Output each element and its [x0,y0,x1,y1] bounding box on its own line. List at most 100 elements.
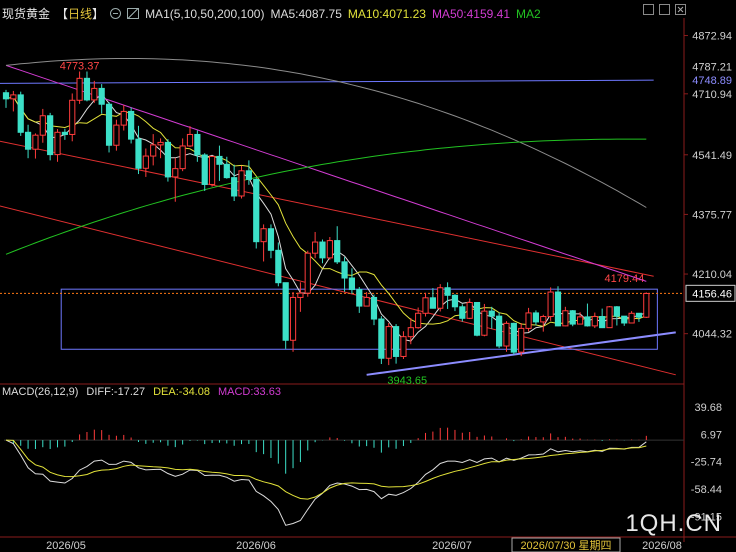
candle [164,139,172,182]
candle-body [496,315,503,347]
candle-body [172,168,179,178]
candle-body [32,134,39,150]
candle-body [392,326,400,357]
candle-body [518,327,525,353]
candle-body [326,240,333,259]
candle-body [91,87,98,101]
candle-body [621,315,628,324]
candle-body [437,287,444,309]
macd-tick-label: 39.68 [694,402,722,414]
candle-body [488,310,495,317]
macd-header: MACD(26,12,9) DIFF:-17.27 DEA:-34.08 MAC… [2,386,281,398]
candle-body [429,297,436,309]
symbol-label[interactable]: 现货黄金 [2,5,50,22]
candle-body [253,178,260,243]
candle-body [69,99,76,135]
candle [253,177,260,249]
candle-body [562,310,569,327]
candle-body [61,131,68,135]
maximize-icon[interactable] [659,4,670,15]
price-tick-label: 4872.94 [692,31,732,43]
candle-body [628,312,635,324]
candle [628,311,635,324]
candle-body [157,141,164,146]
price-tick-label: 4375.77 [692,209,732,221]
macd-value: MACD:33.63 [217,386,281,398]
candle [473,301,481,337]
candle [569,310,576,327]
candle-body [459,306,466,319]
ma5-value: MA5:4087.75 [270,6,342,21]
candle [17,91,24,136]
candle-body [319,241,326,259]
ma50-value: MA50:4159.41 [431,6,510,21]
candle-body [334,240,341,263]
macd-tick-label: -58.44 [691,484,722,496]
close-icon[interactable] [675,4,686,15]
ma2-label: MA2 [516,6,541,21]
candle-body [481,310,488,336]
macd-dea-value: DEA:-34.08 [153,386,210,398]
candle-body [341,261,348,279]
candle-body [260,228,267,243]
minimize-icon[interactable] [643,4,654,15]
candle-body [186,133,194,147]
candle-body [312,241,319,254]
candle-body [120,110,127,126]
candle-body [113,124,120,146]
candle-body [238,170,245,197]
chart-style-icon[interactable] [127,8,140,19]
candle [105,102,113,153]
candle-body [267,228,275,251]
candle-body [415,312,422,329]
ma-config-label[interactable]: MA1(5,10,50,200,100) [145,7,264,21]
candle-body [576,316,584,325]
candle [496,312,503,349]
candle [437,284,444,312]
candle-body [466,301,473,319]
candle-body [378,318,385,359]
candle-body [289,296,297,341]
candle-body [525,312,532,329]
candle-body [164,141,172,178]
candle [69,93,76,142]
candle-body [105,103,113,146]
candle-body [142,155,149,169]
macd-tick-label: -25.74 [691,457,722,469]
candle-body [54,131,61,156]
candle-body [473,301,481,336]
candle-body [510,322,517,353]
period-value: 日线 [68,7,93,21]
candle-body [17,94,24,133]
candle-body [216,155,223,165]
price-tick-label: 4044.32 [692,329,732,341]
candle-body [208,155,216,185]
candle-body [540,316,547,323]
candle-body [422,297,429,314]
candle-body [179,145,186,170]
price-tick-label: 4210.04 [692,269,732,281]
candle-body [150,144,157,157]
candle [326,237,333,260]
main-header: 现货黄金 【日线】 MA1(5,10,50,200,100) MA5:4087.… [2,5,541,22]
candle-body [98,87,105,105]
candle [282,282,289,349]
period-label[interactable]: 【日线】 [56,5,104,22]
x-tick-label: 2026/08 [642,540,682,552]
candle [304,250,311,297]
ma10-value: MA10:4071.23 [347,6,426,21]
price-tick-label: 4787.21 [692,61,732,73]
x-tick-label: 2026/06 [236,540,276,552]
candle [606,306,613,329]
candle-body [503,322,510,347]
zoom-out-icon[interactable] [110,8,122,19]
x-tick-label: 2026/05 [46,540,86,552]
x-tick-label: 2026/07 [432,540,472,552]
chart-canvas: 4773.373943.654179.44 4872.944710.944541… [0,0,736,552]
candle-body [547,291,554,318]
price-tick-label: 4541.49 [692,150,732,162]
candle-body [231,177,238,197]
candle-body [282,282,289,341]
candle [643,292,650,318]
macd-config-label[interactable]: MACD(26,12,9) [2,386,78,398]
